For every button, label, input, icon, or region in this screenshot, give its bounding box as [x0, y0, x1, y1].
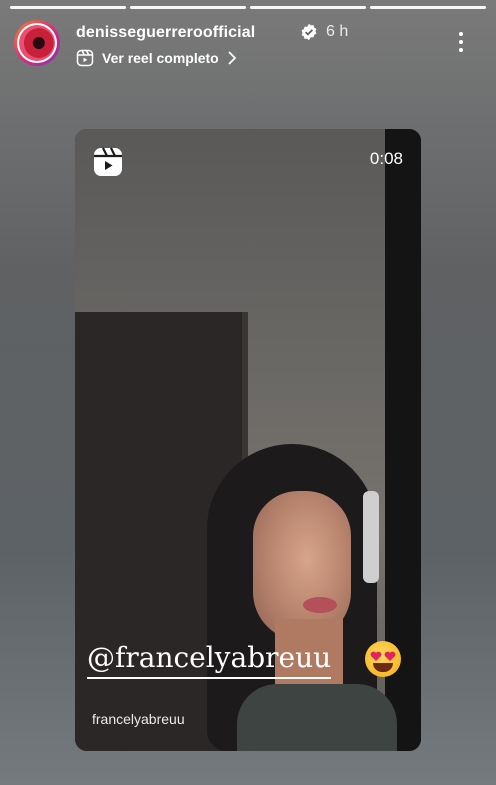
reel-preview-card[interactable]: 0:08 @francelyabreuu francelyabreuu: [75, 129, 421, 751]
reels-icon: [76, 49, 94, 67]
avatar[interactable]: [14, 20, 60, 66]
person-lips: [303, 597, 337, 613]
person-shirt: [237, 684, 397, 751]
progress-segment: [250, 6, 366, 9]
chevron-right-icon: [228, 51, 236, 65]
mention-sticker[interactable]: @francelyabreuu: [87, 641, 332, 679]
more-options-button[interactable]: [456, 30, 466, 56]
username[interactable]: denisseguerreroofficial: [76, 24, 255, 42]
view-full-reel-label: Ver reel completo: [102, 50, 219, 66]
progress-segment: [130, 6, 246, 9]
progress-segment: [370, 6, 486, 9]
reel-badge-icon: [94, 147, 122, 176]
reel-duration: 0:08: [369, 149, 403, 168]
progress-segment: [10, 6, 126, 9]
avatar-image: [19, 25, 55, 61]
held-phone: [363, 491, 379, 583]
avatar-ring-inner: [17, 23, 57, 63]
story-header: denisseguerreroofficial 6 h Ver reel com…: [14, 18, 486, 72]
verified-badge-icon: [301, 23, 317, 41]
story-progress-bar: [10, 6, 486, 9]
reel-author-credit[interactable]: francelyabreuu: [92, 711, 185, 727]
heart-eyes-emoji-icon: [365, 641, 401, 677]
post-time: 6 h: [326, 23, 349, 40]
view-full-reel-link[interactable]: Ver reel completo: [76, 49, 237, 67]
